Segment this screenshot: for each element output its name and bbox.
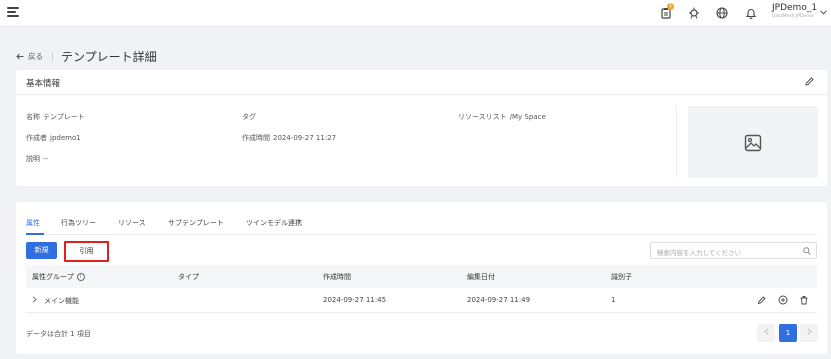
cell-created: 2024-09-27 11:45 <box>323 296 387 304</box>
clipboard-icon[interactable]: 1 <box>660 3 674 19</box>
user-org: DataMesh JPDemo <box>772 14 814 19</box>
top-bar: 1 JPDemo_1 DataMesh JPDemo <box>0 0 831 27</box>
search-input[interactable]: 検索内容を入力してください <box>650 242 817 259</box>
prev-page-button[interactable] <box>757 324 775 342</box>
tab-attributes[interactable]: 属性 <box>26 218 40 228</box>
cell-group: メイン機能 <box>44 297 79 305</box>
tag-field: タグ <box>242 113 256 121</box>
tab-behavior-tree[interactable]: 行為ツリー <box>61 218 96 228</box>
creator-field: 作成者 jpdemo1 <box>26 134 81 142</box>
basic-info-title: 基本情報 <box>16 70 827 95</box>
notification-badge: 1 <box>667 3 674 10</box>
cell-id: 1 <box>611 296 616 304</box>
trash-icon[interactable] <box>799 295 809 305</box>
robot-icon[interactable] <box>688 7 700 19</box>
back-button[interactable]: 戻る <box>16 51 43 62</box>
user-menu[interactable]: JPDemo_1 DataMesh JPDemo <box>772 3 817 19</box>
next-page-button[interactable] <box>800 324 818 342</box>
column-header-id: 識別子 <box>611 273 632 281</box>
new-button[interactable]: 新規 <box>26 242 57 259</box>
add-circle-icon[interactable] <box>778 295 788 305</box>
tab-resources[interactable]: リソース <box>118 218 146 228</box>
menu-icon[interactable] <box>7 7 19 19</box>
resource-list-field: リソースリスト/My Space <box>458 113 546 121</box>
column-header-created: 作成時間 <box>323 273 351 281</box>
chevron-right-icon[interactable] <box>32 296 37 305</box>
total-count: データは合計 1 項目 <box>26 330 91 338</box>
chevron-right-icon <box>807 328 812 335</box>
info-icon[interactable]: i <box>76 273 85 281</box>
attribute-card: 属性 行為ツリー リソース サブテンプレート ツインモデル連携 新規 引用 検索… <box>16 202 827 354</box>
arrow-left-icon <box>16 53 24 60</box>
chevron-down-icon[interactable] <box>820 8 827 17</box>
column-header-edited: 編集日付 <box>467 273 495 281</box>
column-header-type: タイプ <box>178 273 199 281</box>
edit-icon[interactable] <box>757 295 767 305</box>
search-placeholder: 検索内容を入力してください <box>657 249 742 257</box>
column-header-group: 属性グループ i <box>32 272 85 282</box>
image-icon <box>744 134 762 152</box>
edit-icon[interactable] <box>804 76 815 87</box>
thumbnail-placeholder[interactable] <box>688 106 818 178</box>
tab-sub-templates[interactable]: サブテンプレート <box>168 218 224 228</box>
name-field: 名称 テンプレート <box>26 113 85 121</box>
globe-icon[interactable] <box>716 7 728 19</box>
tab-bar: 属性 行為ツリー リソース サブテンプレート ツインモデル連携 <box>26 215 817 235</box>
description-field: 説明 -- <box>26 155 49 163</box>
created-time-field: 作成時間 2024-09-27 11:27 <box>242 134 337 142</box>
search-icon[interactable] <box>803 247 811 255</box>
vertical-divider <box>676 106 677 178</box>
chevron-left-icon <box>763 328 768 335</box>
page-button-current[interactable]: 1 <box>779 324 797 342</box>
bell-icon[interactable] <box>745 7 757 19</box>
reference-button[interactable]: 引用 <box>64 241 109 262</box>
tab-twin-model-link[interactable]: ツインモデル連携 <box>246 218 302 228</box>
table-row[interactable]: メイン機能 2024-09-27 11:45 2024-09-27 11:49 … <box>26 288 817 313</box>
back-label: 戻る <box>28 52 43 61</box>
table-header: 属性グループ i タイプ 作成時間 編集日付 識別子 <box>26 265 817 288</box>
active-tab-indicator <box>26 233 44 235</box>
page-title: テンプレート詳細 <box>61 50 157 64</box>
cell-edited: 2024-09-27 11:49 <box>467 296 531 304</box>
basic-info-card: 基本情報 名称 テンプレート タグ リソースリスト/My Space 作成者 jpd… <box>16 70 827 186</box>
user-name: JPDemo_1 <box>772 3 818 13</box>
header-divider <box>52 52 53 61</box>
